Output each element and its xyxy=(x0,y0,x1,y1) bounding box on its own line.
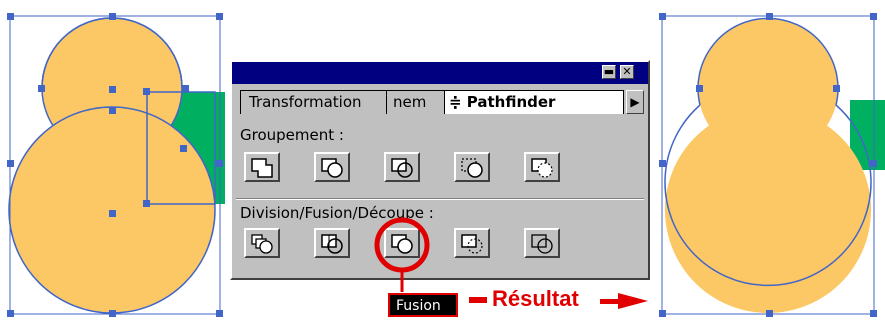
highlight-ring xyxy=(374,217,430,273)
fusion-tooltip: Fusion xyxy=(388,293,458,317)
highlight-overlay xyxy=(374,217,648,309)
result-annotation: Résultat xyxy=(492,286,579,311)
